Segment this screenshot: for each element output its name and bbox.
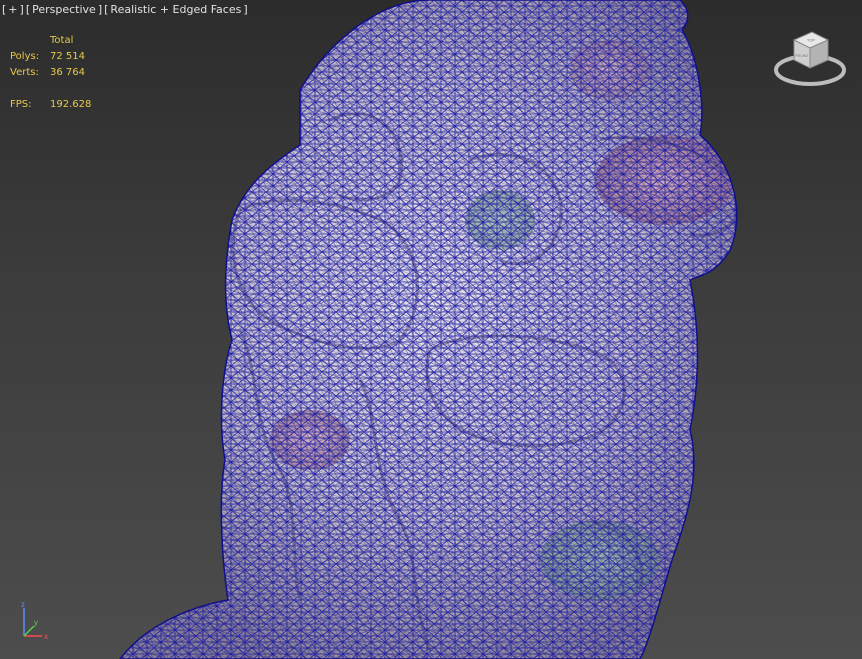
view-cube-top-label: TOP xyxy=(807,38,815,43)
cube-icon[interactable]: TOP FRONT xyxy=(792,31,830,69)
fps-label: FPS: xyxy=(10,99,32,110)
polys-label: Polys: xyxy=(10,51,40,62)
y-axis-line xyxy=(23,625,35,637)
verts-value: 36 764 xyxy=(50,67,85,78)
axis-tripod: z x y xyxy=(21,600,48,641)
verts-label: Verts: xyxy=(10,67,39,78)
polys-value: 72 514 xyxy=(50,51,85,62)
perspective-viewport[interactable]: [ + ] [ Perspective ] [ Realistic + Edge… xyxy=(0,0,862,659)
y-axis-label: y xyxy=(34,618,38,627)
stats-header-total: Total xyxy=(50,35,74,46)
viewport-statistics: Total Polys: 72 514 Verts: 36 764 FPS: 1… xyxy=(10,33,110,113)
wireframe-edges-secondary xyxy=(120,0,737,659)
viewport-view-menu[interactable]: Perspective xyxy=(31,3,97,16)
z-axis-label: z xyxy=(21,600,25,609)
view-cube[interactable]: TOP FRONT xyxy=(772,28,848,94)
viewport-shading-menu[interactable]: Realistic + Edged Faces xyxy=(109,3,242,16)
fps-value: 192.628 xyxy=(50,99,92,110)
x-axis-label: x xyxy=(44,632,48,641)
view-cube-front-label: FRONT xyxy=(795,53,809,58)
viewport-general-menu[interactable]: + xyxy=(7,3,18,16)
sculpture-mesh[interactable] xyxy=(0,0,862,659)
viewport-label-menu: [ + ] [ Perspective ] [ Realistic + Edge… xyxy=(2,2,248,16)
